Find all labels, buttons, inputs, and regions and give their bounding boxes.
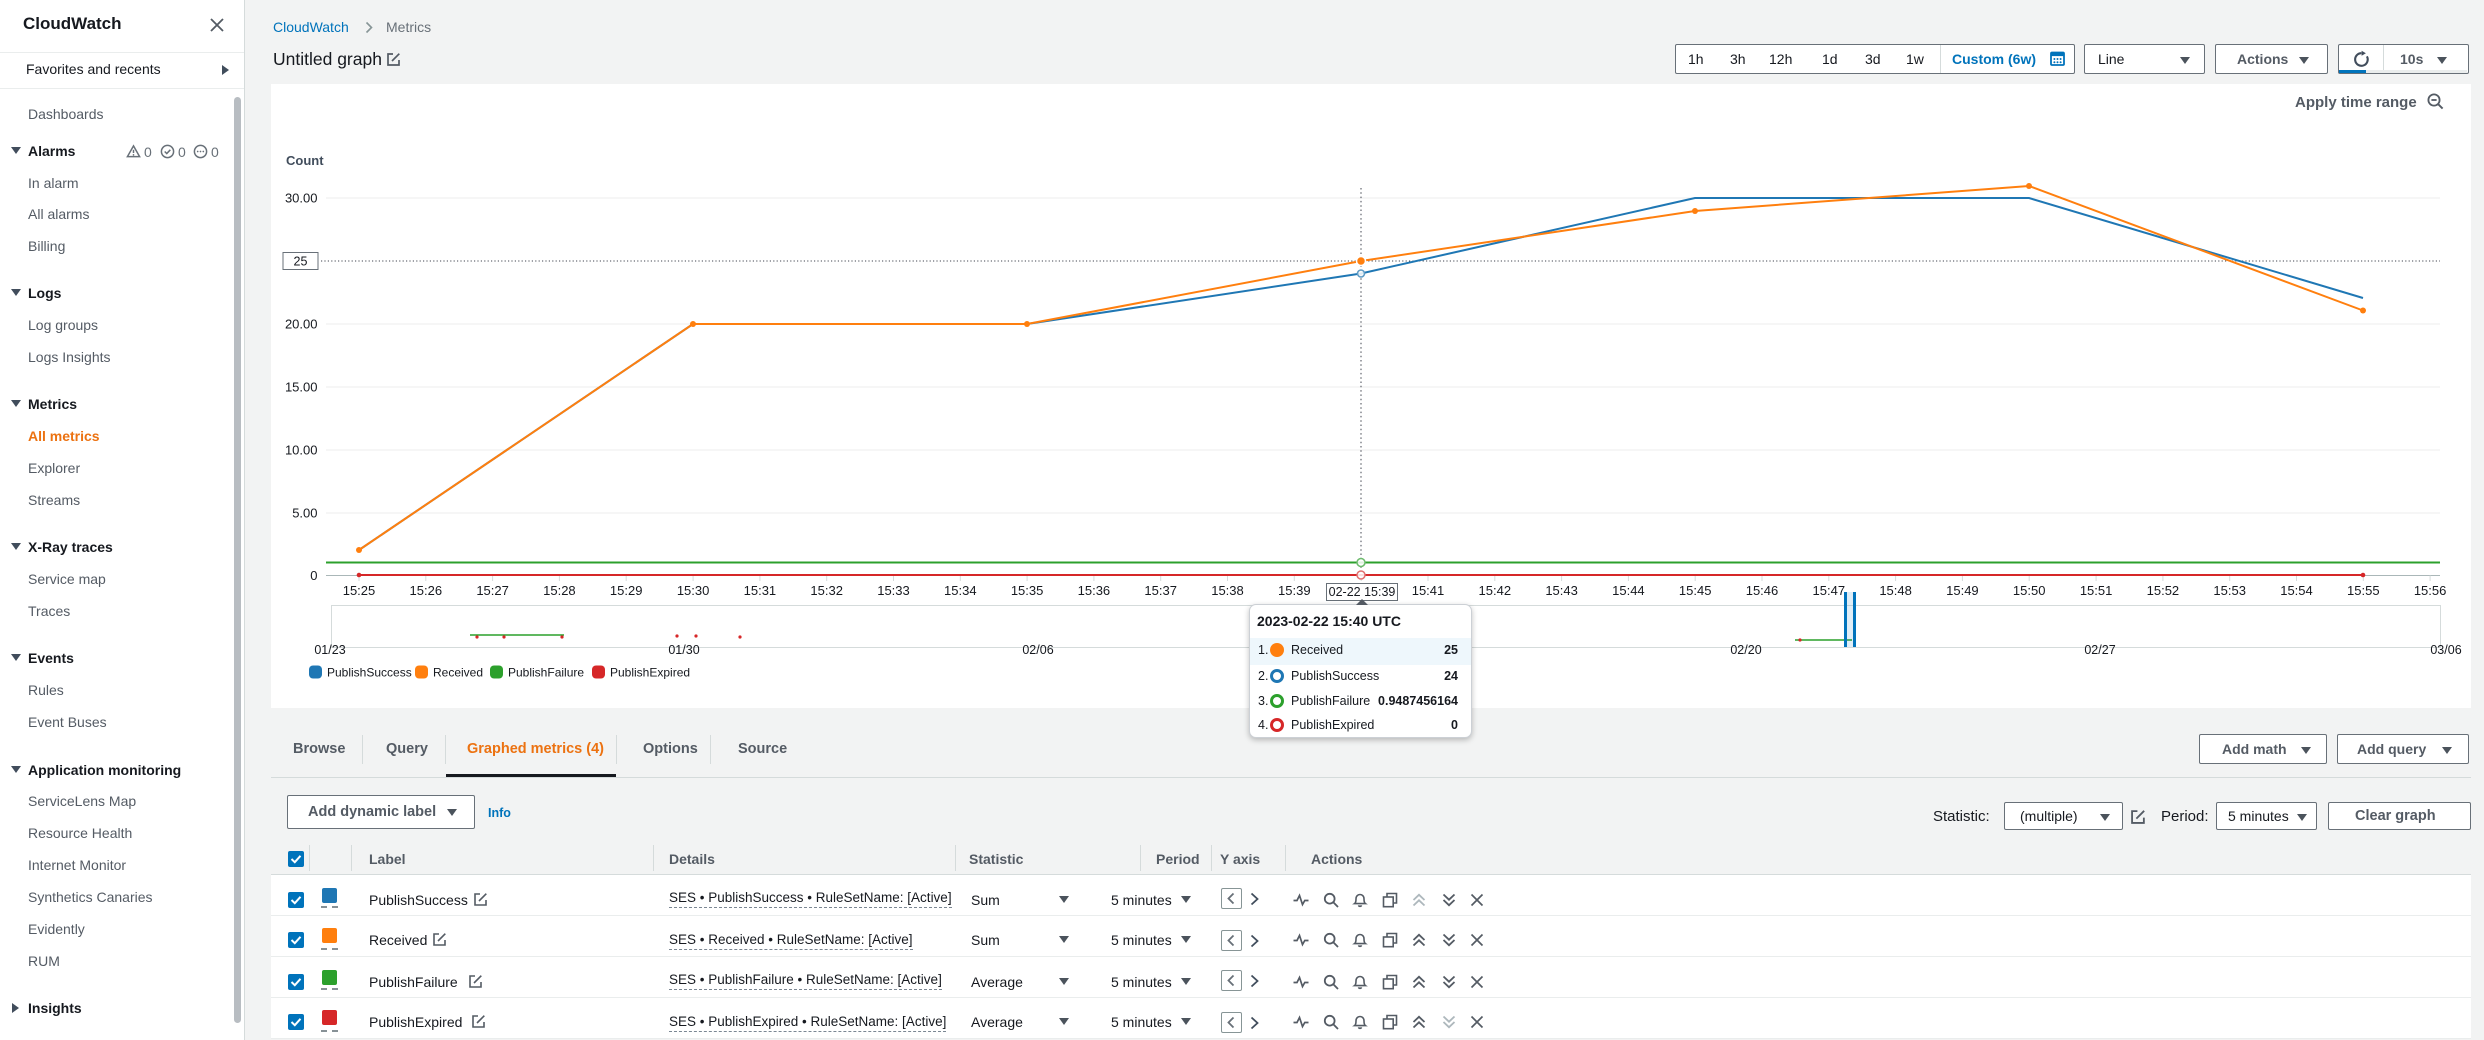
svg-text:15:37: 15:37: [1144, 583, 1177, 598]
svg-text:15:41: 15:41: [1412, 583, 1445, 598]
svg-text:15:39: 15:39: [1278, 583, 1311, 598]
svg-text:20.00: 20.00: [285, 317, 318, 332]
svg-text:15:49: 15:49: [1946, 583, 1979, 598]
svg-text:15:52: 15:52: [2147, 583, 2180, 598]
svg-text:10.00: 10.00: [285, 443, 318, 458]
svg-text:15:26: 15:26: [410, 583, 443, 598]
svg-text:PublishFailure: PublishFailure: [508, 666, 584, 680]
svg-text:15:36: 15:36: [1078, 583, 1111, 598]
svg-text:PublishSuccess: PublishSuccess: [327, 666, 412, 680]
svg-text:30.00: 30.00: [285, 191, 318, 206]
svg-text:15:55: 15:55: [2347, 583, 2380, 598]
svg-text:02/06: 02/06: [1022, 643, 1053, 657]
svg-text:01/30: 01/30: [668, 643, 699, 657]
svg-text:15:45: 15:45: [1679, 583, 1712, 598]
svg-text:0: 0: [310, 568, 317, 583]
svg-text:02/27: 02/27: [2084, 643, 2115, 657]
svg-text:25: 25: [294, 255, 308, 269]
svg-text:15:47: 15:47: [1813, 583, 1846, 598]
svg-text:15:38: 15:38: [1211, 583, 1244, 598]
svg-text:15.00: 15.00: [285, 380, 318, 395]
svg-text:15:35: 15:35: [1011, 583, 1044, 598]
svg-text:15:25: 15:25: [343, 583, 376, 598]
svg-text:15:44: 15:44: [1612, 583, 1645, 598]
svg-text:15:43: 15:43: [1545, 583, 1578, 598]
svg-text:15:33: 15:33: [877, 583, 910, 598]
svg-text:15:46: 15:46: [1746, 583, 1779, 598]
svg-text:03/06: 03/06: [2430, 643, 2461, 657]
svg-text:15:30: 15:30: [677, 583, 710, 598]
svg-text:15:32: 15:32: [810, 583, 843, 598]
svg-text:Received: Received: [433, 666, 483, 680]
svg-text:15:31: 15:31: [744, 583, 777, 598]
svg-text:Count: Count: [286, 153, 324, 168]
svg-text:01/23: 01/23: [314, 643, 345, 657]
svg-text:15:42: 15:42: [1479, 583, 1512, 598]
svg-text:PublishExpired: PublishExpired: [610, 666, 690, 680]
svg-text:15:48: 15:48: [1879, 583, 1912, 598]
svg-text:15:51: 15:51: [2080, 583, 2113, 598]
svg-text:15:53: 15:53: [2213, 583, 2246, 598]
svg-text:15:54: 15:54: [2280, 583, 2313, 598]
svg-text:5.00: 5.00: [292, 506, 317, 521]
svg-text:15:34: 15:34: [944, 583, 977, 598]
svg-text:15:50: 15:50: [2013, 583, 2046, 598]
svg-text:15:29: 15:29: [610, 583, 643, 598]
svg-text:15:28: 15:28: [543, 583, 576, 598]
svg-text:15:27: 15:27: [476, 583, 509, 598]
svg-text:15:56: 15:56: [2414, 583, 2447, 598]
svg-text:02/20: 02/20: [1730, 643, 1761, 657]
